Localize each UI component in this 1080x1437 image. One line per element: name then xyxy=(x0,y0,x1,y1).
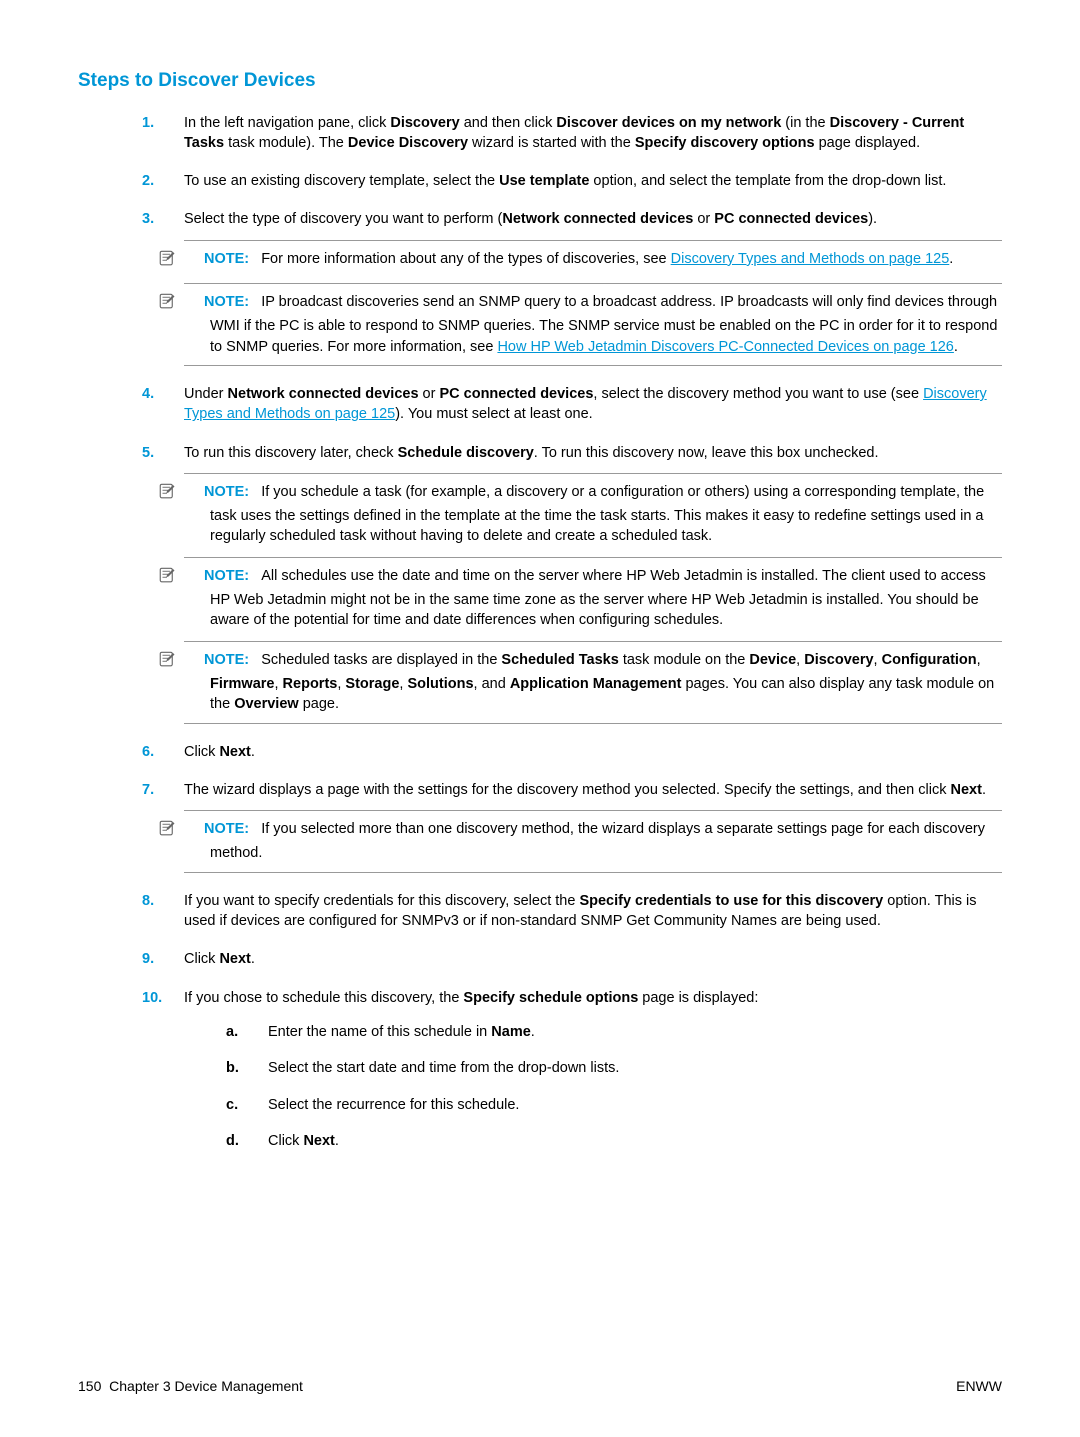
step-text: Under Network connected devices or PC co… xyxy=(184,386,987,422)
step-text: Select the type of discovery you want to… xyxy=(184,211,877,227)
sub-step-text: Click Next. xyxy=(268,1133,339,1149)
step-9: 9. Click Next. xyxy=(142,949,1002,969)
link-pc-connected[interactable]: How HP Web Jetadmin Discovers PC-Connect… xyxy=(497,339,953,355)
note-label: NOTE: xyxy=(204,294,249,310)
note-label: NOTE: xyxy=(204,484,249,500)
note-label: NOTE: xyxy=(204,821,249,837)
step-number: 6. xyxy=(142,742,154,762)
section-heading: Steps to Discover Devices xyxy=(78,68,1002,95)
step-1: 1. In the left navigation pane, click Di… xyxy=(142,113,1002,154)
sub-step-text: Enter the name of this schedule in Name. xyxy=(268,1024,535,1040)
step-number: 9. xyxy=(142,949,154,969)
step-text: The wizard displays a page with the sett… xyxy=(184,782,986,798)
link-discovery-types[interactable]: Discovery Types and Methods on page 125 xyxy=(671,251,950,267)
step-text: If you want to specify credentials for t… xyxy=(184,893,976,929)
step-10: 10. If you chose to schedule this discov… xyxy=(142,988,1002,1151)
step-number: 5. xyxy=(142,443,154,463)
note-block: NOTE: Scheduled tasks are displayed in t… xyxy=(184,641,1002,724)
note-icon xyxy=(184,249,204,273)
sub-step-letter: a. xyxy=(226,1022,238,1042)
step-number: 1. xyxy=(142,113,154,133)
note-icon xyxy=(184,292,204,316)
note-block: NOTE: If you selected more than one disc… xyxy=(184,810,1002,873)
sub-step-a: a. Enter the name of this schedule in Na… xyxy=(226,1022,1002,1042)
footer-right: ENWW xyxy=(956,1377,1002,1397)
sub-step-letter: c. xyxy=(226,1095,238,1115)
note-text: All schedules use the date and time on t… xyxy=(210,568,986,629)
note-block: NOTE: IP broadcast discoveries send an S… xyxy=(184,283,1002,366)
sub-step-d: d. Click Next. xyxy=(226,1131,1002,1151)
step-number: 8. xyxy=(142,891,154,911)
note-icon xyxy=(184,566,204,590)
step-8: 8. If you want to specify credentials fo… xyxy=(142,891,1002,932)
sub-step-c: c. Select the recurrence for this schedu… xyxy=(226,1095,1002,1115)
note-label: NOTE: xyxy=(204,652,249,668)
sub-step-text: Select the recurrence for this schedule. xyxy=(268,1097,519,1113)
note-label: NOTE: xyxy=(204,251,249,267)
note-block: NOTE: If you schedule a task (for exampl… xyxy=(184,473,1002,547)
step-text: To use an existing discovery template, s… xyxy=(184,173,946,189)
step-number: 4. xyxy=(142,384,154,404)
step-text: In the left navigation pane, click Disco… xyxy=(184,115,964,151)
note-block: NOTE: All schedules use the date and tim… xyxy=(184,557,1002,631)
note-icon xyxy=(184,819,204,843)
note-icon xyxy=(184,650,204,674)
step-3: 3. Select the type of discovery you want… xyxy=(142,209,1002,365)
note-text: If you selected more than one discovery … xyxy=(210,821,985,861)
step-5: 5. To run this discovery later, check Sc… xyxy=(142,443,1002,724)
step-text: To run this discovery later, check Sched… xyxy=(184,445,878,461)
step-number: 10. xyxy=(142,988,162,1008)
step-6: 6. Click Next. xyxy=(142,742,1002,762)
step-7: 7. The wizard displays a page with the s… xyxy=(142,780,1002,873)
note-block: NOTE: For more information about any of … xyxy=(184,240,1002,273)
sub-step-b: b. Select the start date and time from t… xyxy=(226,1058,1002,1078)
step-4: 4. Under Network connected devices or PC… xyxy=(142,384,1002,425)
step-number: 7. xyxy=(142,780,154,800)
step-text: Click Next. xyxy=(184,951,255,967)
sub-step-letter: b. xyxy=(226,1058,239,1078)
step-2: 2. To use an existing discovery template… xyxy=(142,171,1002,191)
step-number: 3. xyxy=(142,209,154,229)
sub-steps-list: a. Enter the name of this schedule in Na… xyxy=(184,1022,1002,1151)
step-text: If you chose to schedule this discovery,… xyxy=(184,990,758,1006)
step-text: Click Next. xyxy=(184,744,255,760)
note-text: IP broadcast discoveries send an SNMP qu… xyxy=(210,294,997,355)
sub-step-text: Select the start date and time from the … xyxy=(268,1060,619,1076)
step-number: 2. xyxy=(142,171,154,191)
note-label: NOTE: xyxy=(204,568,249,584)
note-icon xyxy=(184,482,204,506)
footer-left: 150 Chapter 3 Device Management xyxy=(78,1377,303,1397)
note-text: If you schedule a task (for example, a d… xyxy=(210,484,984,545)
sub-step-letter: d. xyxy=(226,1131,239,1151)
note-text: Scheduled tasks are displayed in the Sch… xyxy=(210,652,994,713)
page-footer: 150 Chapter 3 Device Management ENWW xyxy=(78,1377,1002,1397)
steps-list: 1. In the left navigation pane, click Di… xyxy=(78,113,1002,1152)
note-text: For more information about any of the ty… xyxy=(261,251,953,267)
